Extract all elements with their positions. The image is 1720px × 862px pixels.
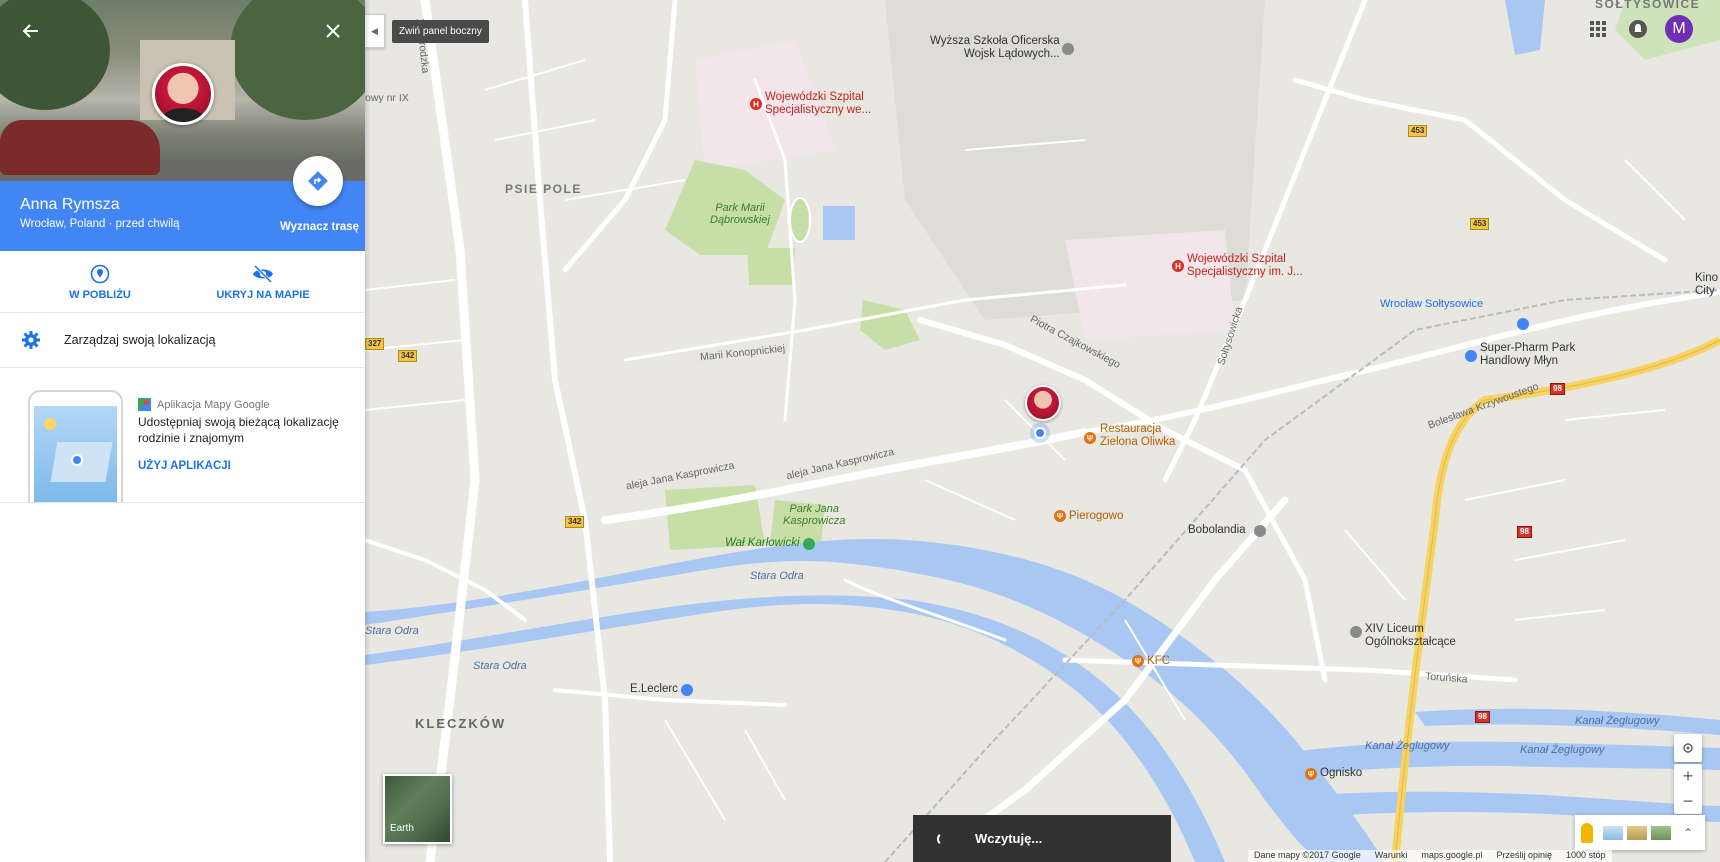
crosshair-icon <box>1683 743 1693 753</box>
close-icon <box>326 24 340 38</box>
shop-pin[interactable] <box>1517 318 1529 330</box>
google-maps-icon <box>138 398 151 411</box>
earth-label: Earth <box>390 823 414 834</box>
directions-button[interactable] <box>293 156 343 206</box>
divider <box>0 502 365 503</box>
phone-screen <box>34 406 117 502</box>
eye-off-icon <box>253 264 273 284</box>
hide-label: UKRYJ NA MAPIE <box>216 289 310 301</box>
person-location-marker[interactable] <box>1025 385 1061 421</box>
person-location-time: Wrocław, Poland · przed chwilą <box>20 218 180 230</box>
photo-tree <box>0 0 110 110</box>
restaurant-pin[interactable]: Ψ <box>1054 510 1066 522</box>
promo-app-name: Aplikacja Mapy Google <box>157 398 270 411</box>
road-number: 327 <box>365 338 385 350</box>
imagery-thumb-icon[interactable] <box>1627 825 1647 840</box>
road-number: 98 <box>1475 711 1490 723</box>
road-number: 453 <box>1408 125 1428 137</box>
nearby-label: W POBLIŻU <box>69 289 131 301</box>
school-pin[interactable] <box>1062 43 1074 55</box>
imagery-thumb-icon[interactable] <box>1651 825 1671 840</box>
caret-left-icon: ◀ <box>371 25 378 36</box>
manage-location-label: Zarządzaj swoją lokalizacją <box>64 333 216 347</box>
back-button[interactable] <box>18 18 44 44</box>
collapse-tooltip: Zwiń panel boczny <box>392 20 489 43</box>
spinner-icon <box>937 831 951 846</box>
street-view-photo[interactable] <box>0 0 365 181</box>
shop-pin[interactable] <box>681 684 693 696</box>
account-avatar[interactable]: M <box>1665 15 1693 43</box>
sidebar-panel: Anna Rymsza Wrocław, Poland · przed chwi… <box>0 0 365 862</box>
map-layers-bar[interactable]: ⌃ <box>1575 815 1705 850</box>
road-number: 342 <box>565 516 585 528</box>
terms-link[interactable]: Warunki <box>1375 850 1408 862</box>
hospital-pin[interactable]: H <box>1172 260 1184 272</box>
hide-on-map-button[interactable]: UKRYJ NA MAPIE <box>188 263 338 301</box>
loading-toast: Wczytuję... <box>913 815 1171 862</box>
use-app-button[interactable]: UŻYJ APLIKACJI <box>138 460 231 472</box>
manage-location-row[interactable]: Zarządzaj swoją lokalizacją <box>0 313 365 367</box>
bell-icon <box>1629 20 1647 38</box>
location-pin-icon <box>90 264 110 284</box>
loading-text: Wczytuję... <box>975 831 1043 846</box>
shop-pin[interactable] <box>1465 350 1477 362</box>
minus-icon: − <box>1682 791 1694 811</box>
person-avatar <box>152 63 214 125</box>
zoom-out-button[interactable]: − <box>1674 789 1702 814</box>
plus-icon: + <box>1682 766 1694 786</box>
road-number: 98 <box>1550 383 1565 395</box>
imagery-thumb-icon[interactable] <box>1603 825 1623 840</box>
arrow-left-icon <box>22 24 38 38</box>
apps-grid-icon <box>1590 21 1606 37</box>
my-location-button[interactable] <box>1674 734 1702 762</box>
site-link[interactable]: maps.google.pl <box>1421 850 1482 862</box>
location-dot-icon <box>71 454 83 466</box>
promo-text: Udostępniaj swoją bieżącą lokalizację ro… <box>138 415 339 445</box>
road-number: 453 <box>1470 218 1490 230</box>
nearby-button[interactable]: W POBLIŻU <box>25 263 175 301</box>
poi-pin[interactable] <box>1254 525 1266 537</box>
copyright-text: Dane mapy ©2017 Google <box>1254 850 1361 860</box>
zoom-in-button[interactable]: + <box>1674 764 1702 789</box>
map-footer: Dane mapy ©2017 Google Warunki maps.goog… <box>1248 850 1612 862</box>
scale-label[interactable]: 1000 stóp <box>1566 850 1606 862</box>
restaurant-pin[interactable]: Ψ <box>1305 768 1317 780</box>
expand-up-icon[interactable]: ⌃ <box>1683 826 1693 840</box>
restaurant-pin[interactable]: Ψ <box>1132 655 1144 667</box>
my-location-dot <box>1034 427 1046 439</box>
park-pin[interactable] <box>803 538 815 550</box>
phone-illustration <box>28 390 123 502</box>
notifications-button[interactable] <box>1627 18 1649 40</box>
restaurant-pin[interactable]: Ψ <box>1084 432 1096 444</box>
collapse-panel-button[interactable]: ◀ <box>365 14 385 48</box>
sun-icon <box>44 418 56 430</box>
pegman-icon[interactable] <box>1581 822 1593 843</box>
road-number: 342 <box>398 350 418 362</box>
apps-button[interactable] <box>1587 18 1609 40</box>
close-button[interactable] <box>320 18 346 44</box>
directions-icon <box>308 171 328 191</box>
earth-view-toggle[interactable]: Earth <box>383 774 452 844</box>
hospital-pin[interactable]: H <box>750 98 762 110</box>
school-pin[interactable] <box>1350 626 1362 638</box>
directions-label[interactable]: Wyznacz trasę <box>280 221 359 233</box>
person-name: Anna Rymsza <box>20 196 120 213</box>
photo-car <box>0 120 160 175</box>
zoom-controls: + − <box>1674 764 1702 814</box>
road-number: 98 <box>1517 526 1532 538</box>
promo-app-row: Aplikacja Mapy Google <box>138 398 270 411</box>
app-promo-card: Aplikacja Mapy Google Udostępniaj swoją … <box>0 368 365 502</box>
feedback-link[interactable]: Prześlij opinię <box>1496 850 1552 862</box>
gear-icon <box>22 331 40 349</box>
